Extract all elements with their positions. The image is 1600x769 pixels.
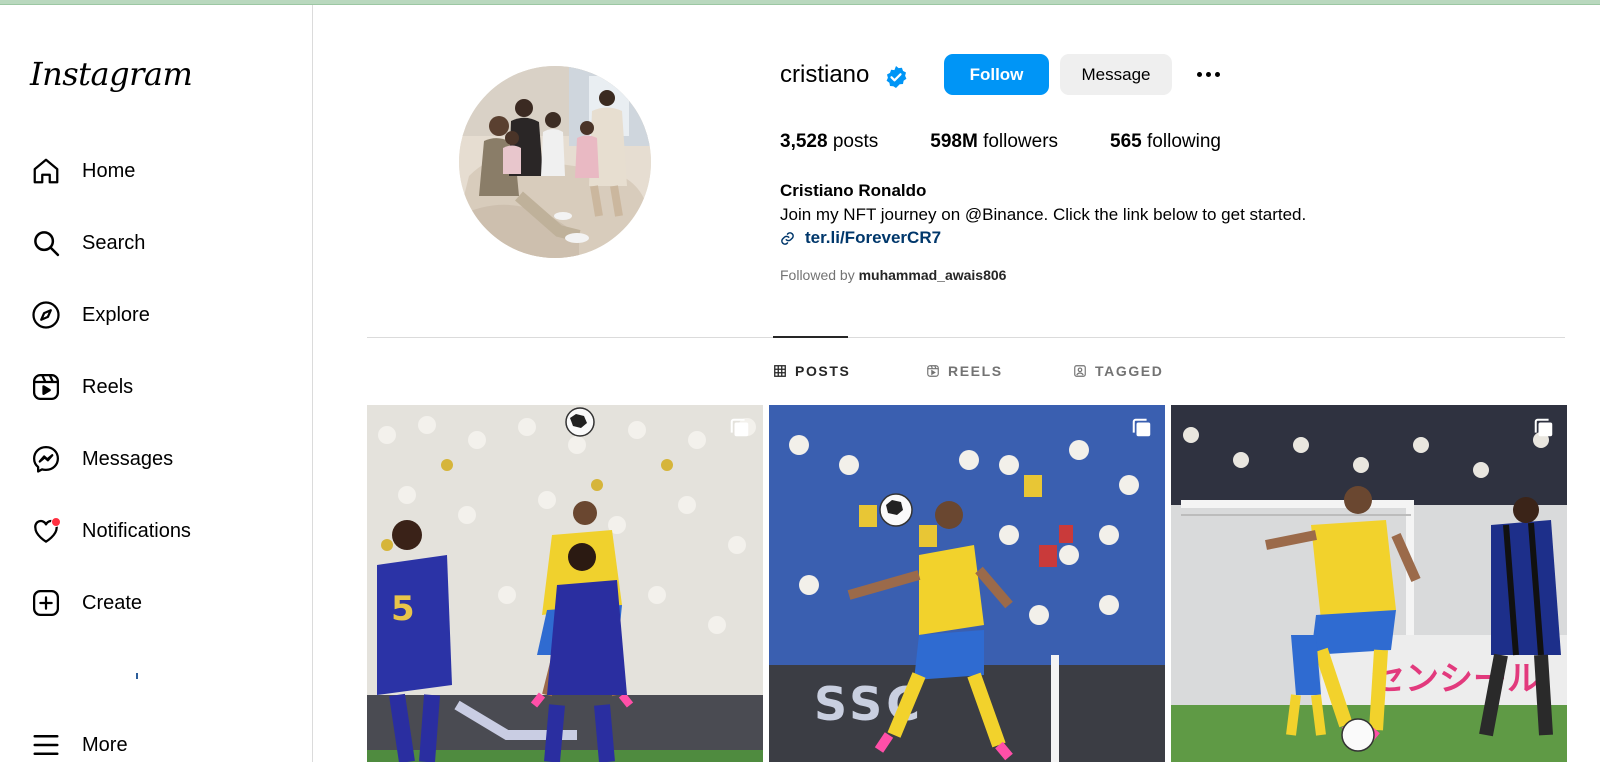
- sidebar-item-label: More: [82, 733, 128, 756]
- carousel-icon: [730, 418, 749, 437]
- profile-stats: 3,528 posts 598M followers 565 following: [780, 131, 1273, 153]
- carousel-icon: [1534, 418, 1553, 437]
- message-button[interactable]: Message: [1060, 54, 1172, 95]
- followed-by-user[interactable]: muhammad_awais806: [859, 267, 1007, 283]
- sidebar-item-notifications[interactable]: Notifications: [30, 507, 191, 555]
- home-icon: [30, 155, 62, 187]
- messenger-icon: [30, 443, 62, 475]
- post-thumbnail[interactable]: SSC: [769, 405, 1165, 762]
- tab-tagged[interactable]: TAGGED: [1073, 363, 1163, 379]
- reels-icon: [30, 371, 62, 403]
- tabs-divider: [367, 337, 1565, 338]
- sidebar-item-label: Home: [82, 159, 136, 182]
- sidebar-item-label: Reels: [82, 375, 134, 398]
- post-image: SSC: [769, 405, 1165, 762]
- link-icon: [781, 231, 794, 245]
- active-tab-indicator: [773, 336, 848, 338]
- sidebar-item-label: Notifications: [82, 519, 191, 542]
- sidebar-item-home[interactable]: Home: [30, 147, 135, 195]
- posts-count: 3,528 posts: [780, 131, 879, 152]
- loading-mark: [136, 673, 138, 679]
- options-icon[interactable]: [1193, 61, 1223, 87]
- followers-count[interactable]: 598M followers: [930, 131, 1058, 153]
- compass-icon: [30, 299, 62, 331]
- hamburger-menu-icon: [30, 729, 62, 761]
- post-image: 5: [367, 405, 763, 762]
- profile-link[interactable]: ter.li/ForeverCR7: [780, 228, 941, 248]
- following-count[interactable]: 565 following: [1110, 131, 1221, 153]
- verified-badge-icon: [886, 66, 907, 88]
- heart-icon: [30, 515, 62, 547]
- sidebar-item-label: Create: [82, 591, 143, 614]
- tab-reels[interactable]: REELS: [926, 363, 1003, 379]
- sidebar-item-label: Messages: [82, 447, 174, 470]
- notification-dot: [51, 517, 61, 527]
- plus-square-icon: [30, 587, 62, 619]
- search-icon: [30, 227, 62, 259]
- profile-bio: Join my NFT journey on @Binance. Click t…: [780, 205, 1307, 224]
- svg-text:センシール: センシール: [1371, 659, 1541, 699]
- sidebar-item-search[interactable]: Search: [30, 219, 145, 267]
- sidebar-item-messages[interactable]: Messages: [30, 435, 173, 483]
- sidebar-item-explore[interactable]: Explore: [30, 291, 150, 339]
- tab-posts[interactable]: POSTS: [773, 363, 850, 379]
- followed-by[interactable]: Followed by muhammad_awais806: [780, 267, 1006, 283]
- carousel-icon: [1132, 418, 1151, 437]
- sidebar: Instagram Home Search Explore Reels Mess…: [0, 5, 313, 762]
- tagged-icon: [1074, 365, 1086, 377]
- profile-full-name: Cristiano Ronaldo: [780, 181, 927, 200]
- sidebar-item-create[interactable]: Create: [30, 579, 142, 627]
- svg-text:5: 5: [391, 589, 415, 629]
- post-image: センシール: [1171, 405, 1567, 762]
- post-thumbnail[interactable]: 5: [367, 405, 763, 762]
- sidebar-item-reels[interactable]: Reels: [30, 363, 133, 411]
- sidebar-item-label: Search: [82, 231, 146, 254]
- sidebar-item-label: Explore: [82, 303, 150, 326]
- profile-username: cristiano: [780, 61, 870, 88]
- follow-button[interactable]: Follow: [944, 54, 1049, 95]
- instagram-logo[interactable]: Instagram: [30, 55, 193, 93]
- profile-avatar[interactable]: [459, 66, 651, 258]
- reels-icon: [927, 365, 939, 377]
- profile-link-text[interactable]: ter.li/ForeverCR7: [805, 228, 941, 248]
- grid-icon: [774, 365, 786, 377]
- post-thumbnail[interactable]: センシール: [1171, 405, 1567, 762]
